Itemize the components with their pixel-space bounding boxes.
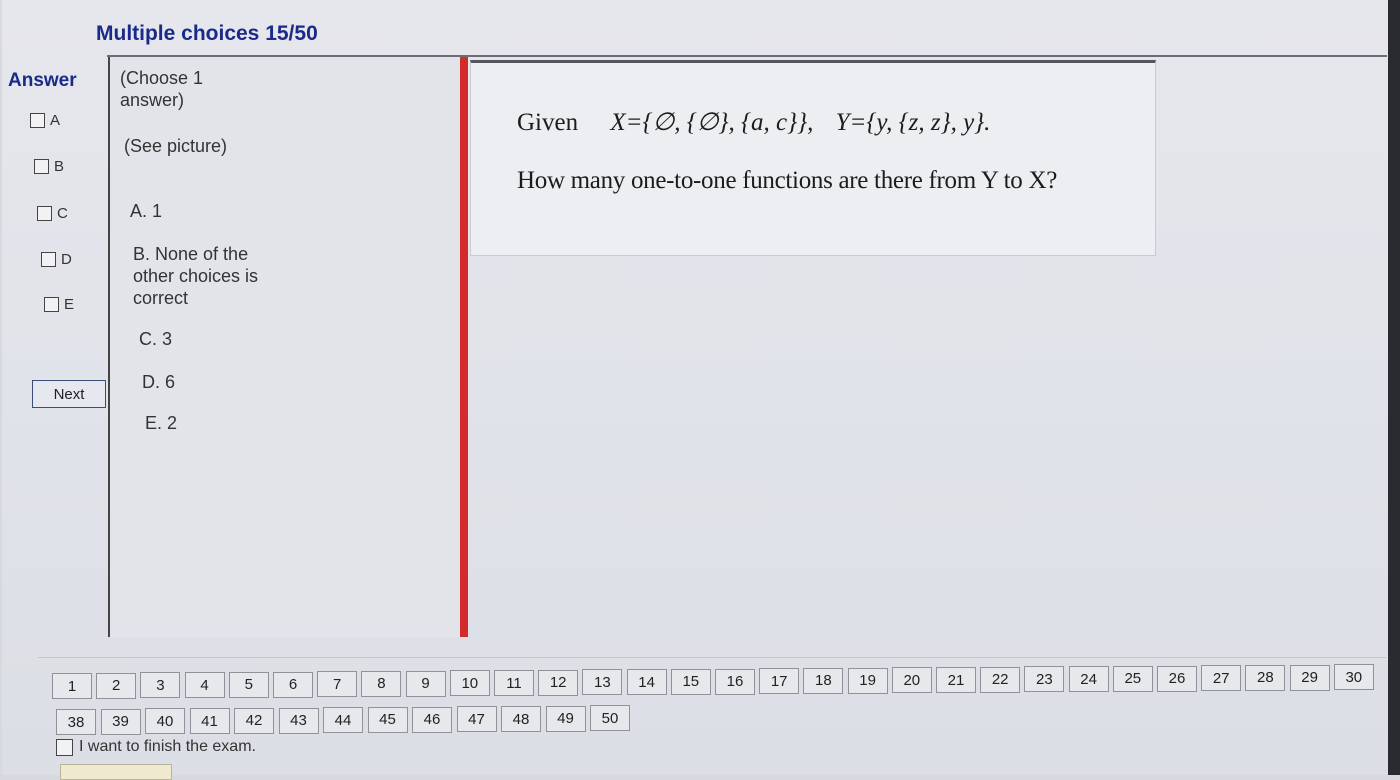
question-nav-button-29[interactable]: 29 — [1289, 664, 1330, 691]
page-title: Multiple choices 15/50 — [96, 22, 318, 45]
question-nav-button-42[interactable]: 42 — [234, 707, 274, 734]
choice-b: B. None of the other choices is correct — [133, 244, 259, 308]
question-nav-button-21[interactable]: 21 — [936, 667, 976, 693]
question-nav-button-8[interactable]: 8 — [361, 670, 402, 697]
checkbox-e[interactable] — [44, 297, 59, 312]
set-x: X={∅, {∅}, {a, c}}, — [610, 109, 814, 136]
question-nav-button-6[interactable]: 6 — [273, 671, 313, 698]
answer-option-e[interactable]: E — [44, 296, 74, 313]
question-nav-button-1[interactable]: 1 — [52, 673, 92, 699]
question-nav-button-10[interactable]: 10 — [449, 670, 490, 697]
question-nav-button-43[interactable]: 43 — [278, 707, 319, 734]
choose-instruction: (Choose 1 answer) — [120, 68, 204, 110]
see-picture-text: (See picture) — [124, 136, 228, 156]
question-nav-button-16[interactable]: 16 — [715, 668, 755, 695]
question-nav-button-48[interactable]: 48 — [501, 706, 541, 732]
choice-a: A. 1 — [130, 201, 163, 221]
question-nav-button-49[interactable]: 49 — [545, 705, 586, 732]
choice-d: D. 6 — [142, 372, 176, 392]
question-nav-button-44[interactable]: 44 — [323, 707, 363, 734]
question-nav-button-5[interactable]: 5 — [228, 671, 269, 698]
answer-label: Answer — [8, 70, 77, 91]
answer-option-a[interactable]: A — [30, 112, 60, 129]
question-nav-button-17[interactable]: 17 — [759, 668, 800, 695]
bottom-divider — [38, 657, 1386, 658]
question-nav-button-40[interactable]: 40 — [145, 708, 185, 735]
monitor-bezel — [1388, 0, 1400, 775]
question-nav-button-30[interactable]: 30 — [1333, 664, 1374, 691]
checkbox-b[interactable] — [34, 159, 49, 174]
question-nav-button-2[interactable]: 2 — [96, 672, 137, 699]
question-nav-button-23[interactable]: 23 — [1024, 666, 1065, 693]
question-nav-button-9[interactable]: 9 — [405, 670, 446, 697]
question-nav-button-28[interactable]: 28 — [1245, 664, 1286, 691]
question-nav-button-50[interactable]: 50 — [590, 705, 630, 732]
question-nav-button-45[interactable]: 45 — [367, 706, 408, 733]
answer-option-e-label: E — [64, 296, 75, 313]
question-nav-button-3[interactable]: 3 — [140, 672, 181, 699]
question-nav-button-13[interactable]: 13 — [582, 669, 623, 696]
choice-c: C. 3 — [139, 329, 173, 349]
answer-option-b[interactable]: B — [34, 158, 64, 175]
set-y: Y={y, {z, z}, y}. — [835, 109, 991, 136]
question-nav-button-11[interactable]: 11 — [494, 670, 534, 696]
answer-option-c[interactable]: C — [37, 205, 68, 222]
question-prompt: How many one-to-one functions are there … — [517, 167, 1058, 194]
question-nav-button-14[interactable]: 14 — [626, 669, 667, 696]
answer-option-d-label: D — [61, 251, 72, 268]
finish-button[interactable] — [60, 764, 172, 780]
question-nav-button-39[interactable]: 39 — [100, 708, 141, 735]
finish-label: I want to finish the exam. — [79, 738, 256, 755]
question-nav-button-15[interactable]: 15 — [670, 668, 711, 695]
question-nav-button-41[interactable]: 41 — [189, 708, 230, 735]
question-nav-button-27[interactable]: 27 — [1201, 665, 1242, 692]
choice-e: E. 2 — [145, 413, 178, 433]
given-word: Given — [517, 109, 579, 136]
question-picture: Given X={∅, {∅}, {a, c}}, Y={y, {z, z}, … — [470, 60, 1156, 256]
question-nav-button-7[interactable]: 7 — [317, 671, 358, 698]
answer-option-c-label: C — [57, 205, 68, 222]
answer-option-b-label: B — [54, 158, 65, 175]
exam-screen: Multiple choices 15/50 Answer A B C D E … — [2, 0, 1388, 780]
checkbox-c[interactable] — [37, 206, 52, 221]
answer-option-a-label: A — [50, 112, 61, 129]
question-nav-button-19[interactable]: 19 — [847, 667, 888, 694]
choices-panel: (Choose 1 answer) (See picture) A. 1 B. … — [108, 57, 462, 637]
question-nav-button-18[interactable]: 18 — [803, 667, 844, 694]
question-nav-button-38[interactable]: 38 — [56, 709, 96, 735]
answer-option-d[interactable]: D — [41, 251, 72, 268]
question-nav-button-4[interactable]: 4 — [184, 672, 225, 699]
finish-exam-row[interactable]: I want to finish the exam. — [56, 738, 256, 756]
question-nav-button-47[interactable]: 47 — [456, 706, 497, 733]
question-nav-button-22[interactable]: 22 — [980, 666, 1021, 693]
checkbox-a[interactable] — [30, 113, 45, 128]
checkbox-d[interactable] — [41, 252, 56, 267]
question-nav-button-12[interactable]: 12 — [538, 669, 579, 696]
finish-checkbox[interactable] — [56, 738, 73, 756]
question-nav-button-46[interactable]: 46 — [412, 706, 452, 733]
next-button[interactable]: Next — [32, 380, 106, 408]
question-given-line: Given X={∅, {∅}, {a, c}}, Y={y, {z, z}, … — [517, 107, 990, 137]
question-nav-button-24[interactable]: 24 — [1068, 666, 1109, 693]
panel-splitter[interactable] — [460, 57, 468, 637]
question-nav-button-26[interactable]: 26 — [1157, 665, 1197, 692]
question-nav-button-25[interactable]: 25 — [1112, 665, 1153, 692]
question-nav-button-20[interactable]: 20 — [891, 667, 932, 694]
